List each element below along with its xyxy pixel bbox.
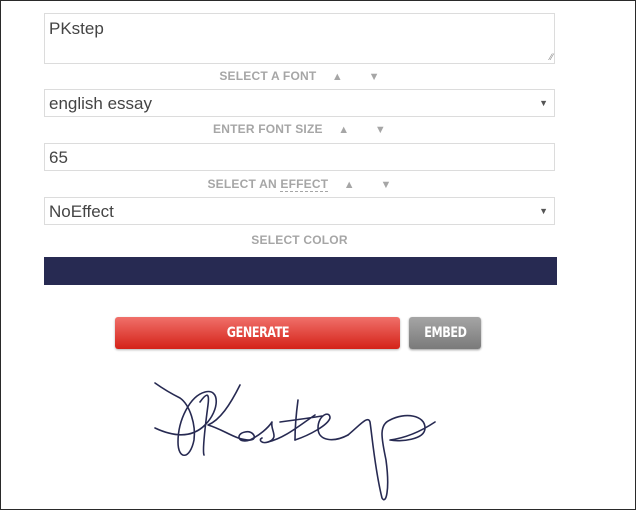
dropdown-arrow-icon: ▼	[539, 206, 548, 216]
signature-preview-image	[154, 382, 436, 501]
effect-up-arrow-icon[interactable]: ▲	[344, 179, 355, 191]
font-up-arrow-icon[interactable]: ▲	[332, 71, 343, 83]
font-label: SELECT A FONT ▲ ▼	[44, 69, 555, 83]
effect-select-value: NoEffect	[49, 202, 114, 221]
generate-button[interactable]: GENERATE	[115, 317, 400, 349]
font-size-value: 65	[49, 148, 68, 167]
font-size-label: ENTER FONT SIZE ▲ ▼	[44, 122, 555, 136]
effect-label-text: SELECT AN	[207, 177, 277, 191]
resize-grip-icon[interactable]: ⁄⁄	[550, 53, 553, 62]
generate-label: GENERATE	[226, 325, 289, 341]
embed-label: EMBED	[423, 325, 467, 341]
dropdown-arrow-icon: ▼	[539, 98, 548, 108]
effect-select[interactable]: NoEffect ▼	[44, 197, 555, 225]
font-size-input[interactable]: 65	[44, 143, 555, 171]
font-select-value: english essay	[49, 94, 153, 113]
font-label-text: SELECT A FONT	[219, 69, 317, 83]
color-picker[interactable]	[44, 257, 557, 285]
embed-button[interactable]: EMBED	[409, 317, 481, 349]
text-input-value: PKstep	[49, 19, 104, 38]
font-size-label-text: ENTER FONT SIZE	[213, 122, 323, 136]
effect-label: SELECT AN EFFECT ▲ ▼	[44, 177, 555, 192]
font-select[interactable]: english essay ▼	[44, 89, 555, 117]
effect-down-arrow-icon[interactable]: ▼	[380, 179, 391, 191]
font-size-up-arrow-icon[interactable]: ▲	[338, 124, 349, 136]
font-size-down-arrow-icon[interactable]: ▼	[375, 124, 386, 136]
effect-help-link[interactable]: EFFECT	[280, 177, 329, 192]
color-label: SELECT COLOR	[251, 233, 348, 247]
text-input[interactable]: PKstep ⁄⁄	[44, 13, 555, 64]
font-down-arrow-icon[interactable]: ▼	[369, 71, 380, 83]
